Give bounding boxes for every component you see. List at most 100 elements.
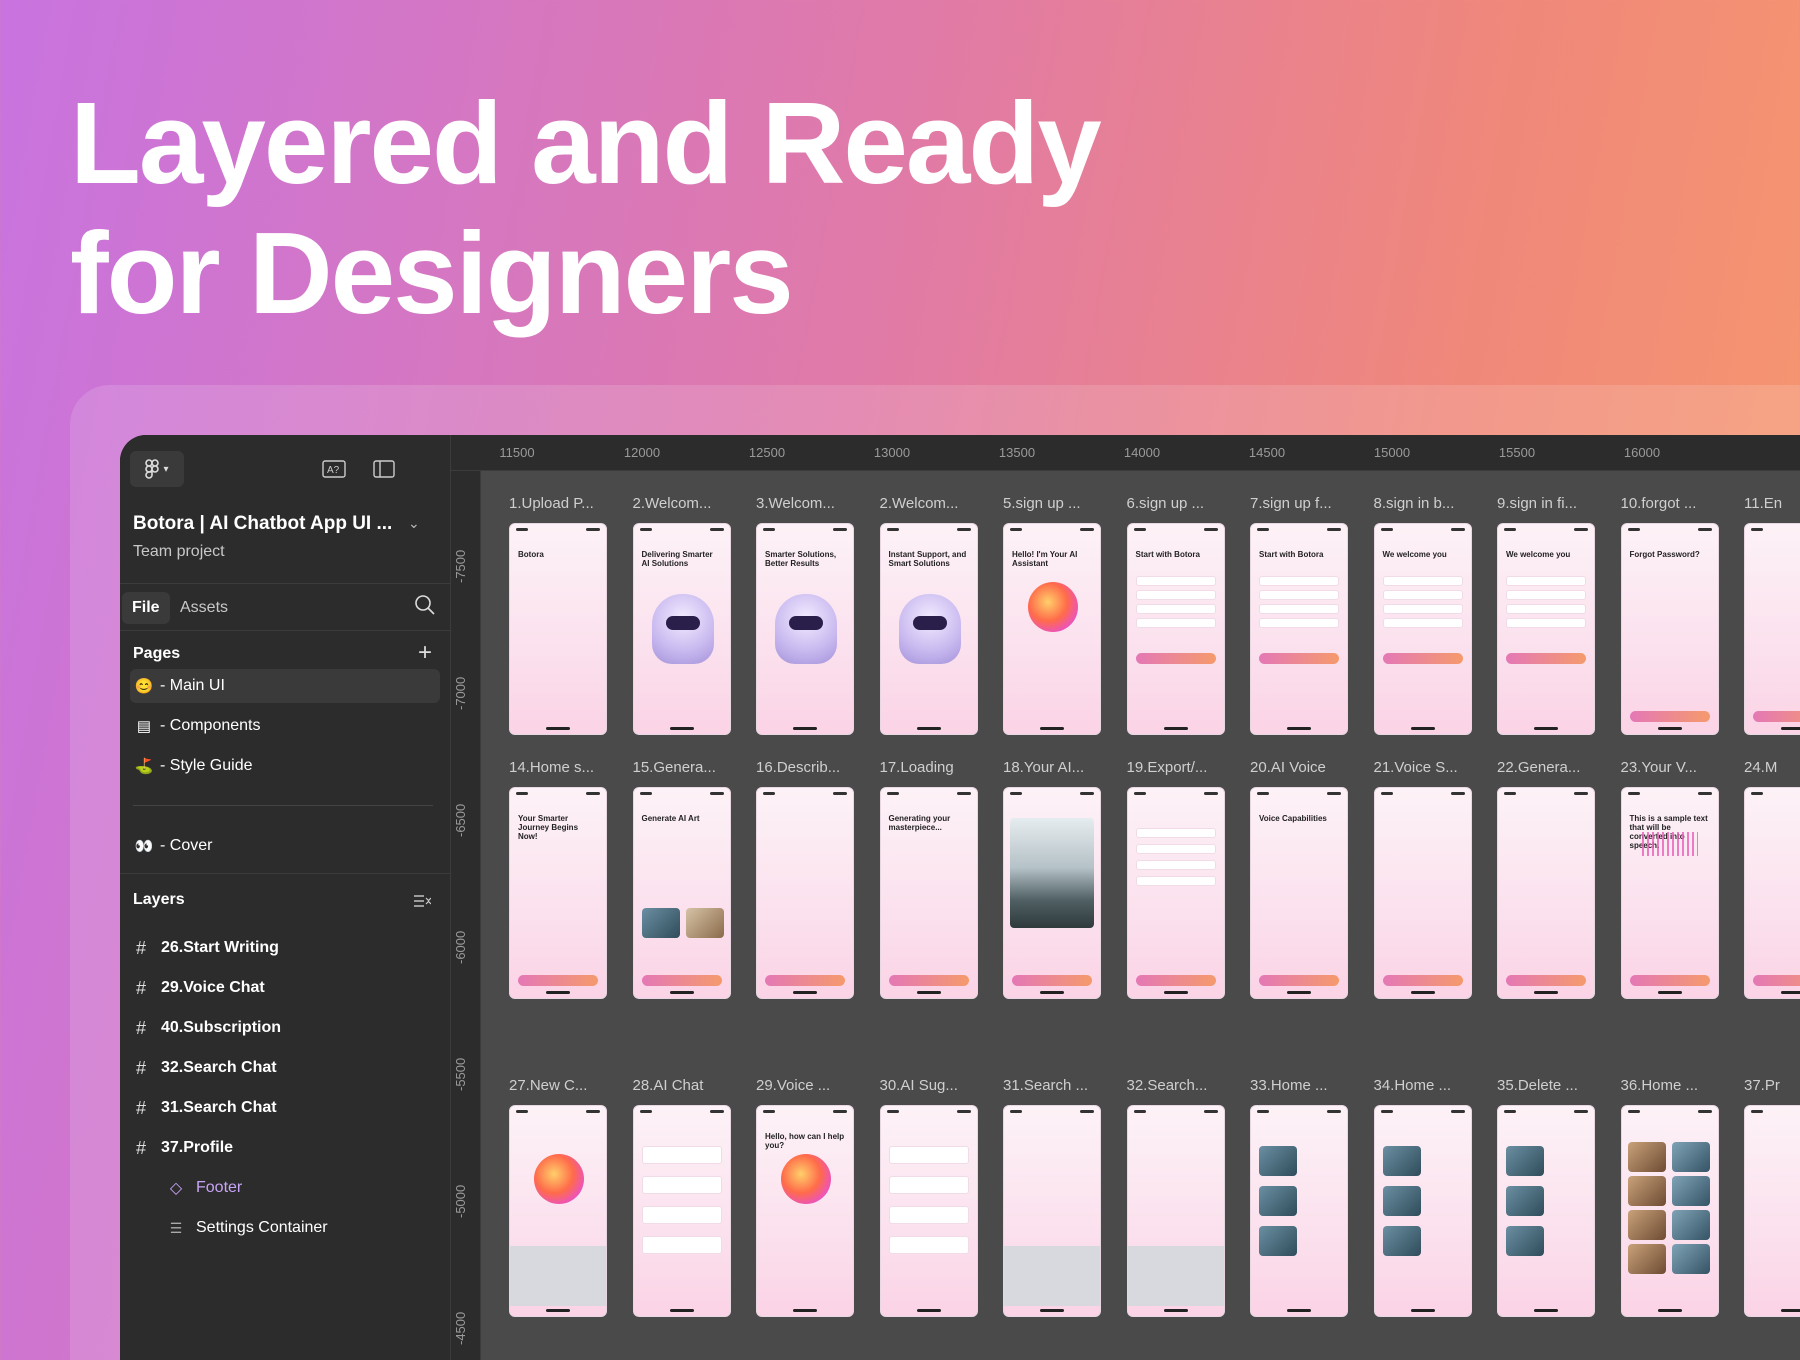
phone-frame[interactable]: We welcome you [1497, 523, 1595, 735]
phone-frame[interactable]: Instant Support, and Smart Solutions [879, 523, 978, 735]
phone-frame[interactable] [1250, 1105, 1348, 1317]
phone-frame[interactable]: Delivering Smarter AI Solutions [632, 523, 731, 735]
home-indicator [793, 1309, 817, 1312]
design-canvas[interactable]: 1.Upload P... Botora 2.Welcom... Delivering… [481, 471, 1800, 1360]
add-page-icon[interactable]: + [418, 641, 432, 665]
layer-item[interactable]: #31.Search Chat [133, 1093, 277, 1123]
frame-label[interactable]: 21.Voice S... [1374, 759, 1469, 776]
font-check-icon[interactable]: A? [320, 455, 348, 483]
frame-label[interactable]: 36.Home ... [1621, 1077, 1716, 1094]
frame-label[interactable]: 19.Export/... [1127, 759, 1222, 776]
phone-frame[interactable] [1744, 1105, 1800, 1317]
phone-frame[interactable] [1373, 787, 1472, 999]
frame-label[interactable]: 15.Genera... [633, 759, 728, 776]
frame-label[interactable]: 2.Welcom... [633, 495, 728, 512]
panel-toggle-icon[interactable] [370, 455, 398, 483]
frame-label[interactable]: 34.Home ... [1374, 1077, 1469, 1094]
phone-frame[interactable] [1003, 1105, 1101, 1317]
tab-assets[interactable]: Assets [170, 592, 238, 624]
frame-label[interactable]: 14.Home s... [509, 759, 604, 776]
frame-label[interactable]: 5.sign up ... [1003, 495, 1098, 512]
frame-label[interactable]: 30.AI Sug... [880, 1077, 975, 1094]
primary-button [1382, 975, 1463, 986]
phone-frame[interactable]: This is a sample text that will be conve… [1620, 787, 1719, 999]
layer-item[interactable]: #32.Search Chat [133, 1053, 277, 1083]
page-item-cover[interactable]: 👀 - Cover [130, 829, 440, 863]
frame-label[interactable]: 10.forgot ... [1621, 495, 1716, 512]
frame-label[interactable]: 28.AI Chat [633, 1077, 728, 1094]
frame-label[interactable]: 35.Delete ... [1497, 1077, 1592, 1094]
frame-label[interactable]: 1.Upload P... [509, 495, 604, 512]
phone-frame[interactable] [1126, 787, 1225, 999]
frame-label[interactable]: 29.Voice ... [756, 1077, 851, 1094]
layer-item[interactable]: #26.Start Writing [133, 933, 279, 963]
phone-frame[interactable]: Forgot Password? [1620, 523, 1719, 735]
layer-item[interactable]: #29.Voice Chat [133, 973, 265, 1003]
layer-item[interactable]: #40.Subscription [133, 1013, 281, 1043]
frame-label[interactable]: 18.Your AI... [1003, 759, 1098, 776]
frame-label[interactable]: 2.Welcom... [880, 495, 975, 512]
layer-item-container[interactable]: ☰ Settings Container [168, 1213, 328, 1243]
frame-label[interactable]: 9.sign in fi... [1497, 495, 1592, 512]
frame-label[interactable]: 17.Loading [880, 759, 975, 776]
phone-frame[interactable]: We welcome you [1373, 523, 1472, 735]
frame-label[interactable]: 24.M [1744, 759, 1800, 776]
frame-label[interactable]: 27.New C... [509, 1077, 604, 1094]
layer-item-component[interactable]: ◇ Footer [168, 1173, 242, 1203]
phone-frame[interactable]: Start with Botora [1250, 523, 1348, 735]
layer-label: 37.Profile [161, 1139, 234, 1156]
frame-label[interactable]: 11.En [1744, 495, 1800, 512]
page-item-style-guide[interactable]: ⛳ - Style Guide [130, 749, 440, 783]
phone-frame[interactable]: Smarter Solutions, Better Results [756, 523, 854, 735]
search-icon[interactable] [414, 594, 436, 621]
frame-label[interactable]: 20.AI Voice [1250, 759, 1345, 776]
phone-frame[interactable] [632, 1105, 731, 1317]
frame-label[interactable]: 8.sign in b... [1374, 495, 1469, 512]
frame-label[interactable]: 3.Welcom... [756, 495, 851, 512]
phone-frame[interactable] [1744, 787, 1800, 999]
phone-title: Delivering Smarter AI Solutions [641, 550, 713, 568]
frame-label[interactable]: 7.sign up f... [1250, 495, 1345, 512]
frame-label[interactable]: 32.Search... [1127, 1077, 1222, 1094]
phone-frame[interactable] [509, 1105, 607, 1317]
primary-button [1012, 975, 1092, 986]
frame-label[interactable]: 37.Pr [1744, 1077, 1800, 1094]
frame-label[interactable]: 16.Describ... [756, 759, 851, 776]
frame-label[interactable]: 22.Genera... [1497, 759, 1592, 776]
collapse-layers-icon[interactable] [408, 887, 436, 915]
input-field [1259, 604, 1339, 614]
frame-label[interactable]: 6.sign up ... [1127, 495, 1222, 512]
phone-frame[interactable] [1003, 787, 1101, 999]
history-thumb [1382, 1146, 1421, 1176]
frame-label[interactable]: 31.Search ... [1003, 1077, 1098, 1094]
frame-label[interactable]: 23.Your V... [1621, 759, 1716, 776]
page-item-main-ui[interactable]: 😊 - Main UI [130, 669, 440, 703]
phone-frame[interactable] [1497, 787, 1595, 999]
phone-frame[interactable]: Generate AI Art [632, 787, 731, 999]
phone-frame[interactable]: Generating your masterpiece... [879, 787, 978, 999]
layer-item[interactable]: #37.Profile [133, 1133, 233, 1163]
phone-frame[interactable]: Voice Capabilities [1250, 787, 1348, 999]
page-item-components[interactable]: ▤ - Components [130, 709, 440, 743]
home-indicator [916, 1309, 941, 1312]
main-menu-button[interactable]: ▾ [130, 451, 184, 487]
phone-frame[interactable]: Hello, how can I help you? [756, 1105, 854, 1317]
layer-label: 31.Search Chat [161, 1099, 277, 1116]
phone-frame[interactable] [879, 1105, 978, 1317]
phone-frame[interactable]: Start with Botora [1126, 523, 1225, 735]
phone-frame[interactable] [1497, 1105, 1595, 1317]
phone-frame[interactable] [1744, 523, 1800, 735]
home-indicator [1287, 991, 1311, 994]
phone-frame[interactable]: Hello! I'm Your AI Assistant [1003, 523, 1101, 735]
tab-file[interactable]: File [122, 592, 170, 624]
phone-frame[interactable]: Your Smarter Journey Begins Now! [509, 787, 607, 999]
project-menu-chevron-icon[interactable]: ⌄ [408, 515, 420, 532]
phone-title: Voice Capabilities [1259, 814, 1327, 823]
phone-frame[interactable]: Botora [509, 523, 607, 735]
phone-frame[interactable] [1373, 1105, 1472, 1317]
phone-frame[interactable] [756, 787, 854, 999]
frame-label[interactable]: 33.Home ... [1250, 1077, 1345, 1094]
project-name[interactable]: Botora | AI Chatbot App UI ... [133, 513, 392, 535]
phone-frame[interactable] [1620, 1105, 1719, 1317]
phone-frame[interactable] [1126, 1105, 1225, 1317]
